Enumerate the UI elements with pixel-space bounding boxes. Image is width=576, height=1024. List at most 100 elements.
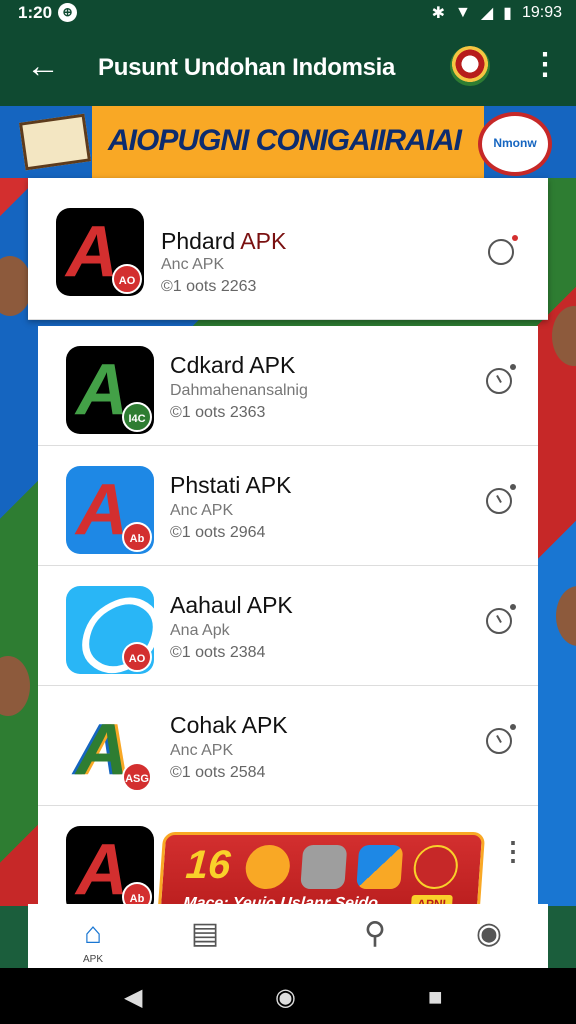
system-recents-icon[interactable]: ■ <box>428 986 443 1010</box>
status-clock: 19:93 <box>521 4 562 21</box>
app-icon-letter: A <box>76 830 128 910</box>
app-list-item[interactable]: A ASG Cohak APK Anc APK ©1 oots 2584 <box>38 686 538 806</box>
nav-label: APK <box>82 954 103 965</box>
app-name-text: Phdard <box>161 228 236 254</box>
clock-hand <box>496 615 502 623</box>
app-subtitle: Anc APK <box>161 256 225 273</box>
app-icon-badge: Ab <box>122 522 152 552</box>
app-list: A AO Phdard APK Anc APK ©1 oots 2263 A I… <box>28 178 548 914</box>
app-icon[interactable]: A Ab <box>66 826 154 914</box>
app-list-item[interactable]: A AO Phdard APK Anc APK ©1 oots 2263 <box>28 178 548 320</box>
app-icon-badge: I4C <box>122 402 152 432</box>
promo-badge-icon <box>244 845 292 889</box>
app-name-text: Aahaul <box>170 592 242 618</box>
page-title: Pusunt Undohan Indomsia <box>98 54 396 81</box>
app-subtitle: Dahmahenansalnig <box>170 382 308 399</box>
banner-sign-right-text: Nmonw <box>493 136 537 150</box>
app-bar: ← Pusunt Undohan Indomsia ⋮ <box>0 26 576 106</box>
side-face-decoration <box>556 586 576 646</box>
side-face-decoration <box>0 656 30 716</box>
bluetooth-icon: ✱ <box>431 5 445 22</box>
side-face-decoration <box>552 306 576 366</box>
status-right-group: ✱ ▼ ◢ ▮ 19:93 <box>432 3 562 23</box>
nav-item-account[interactable]: ◉ <box>424 904 554 968</box>
promo-logo-icon <box>356 845 404 889</box>
app-name-suffix: APK <box>249 352 296 378</box>
app-icon-badge: AO <box>122 642 152 672</box>
app-name-text: Cohak <box>170 712 237 738</box>
garuda-emblem-icon[interactable] <box>450 46 490 86</box>
app-icon-letter: A <box>76 710 128 790</box>
signal-icon: ◢ <box>480 5 494 22</box>
system-home-icon[interactable]: ◉ <box>275 986 296 1010</box>
app-icon[interactable]: A Ab <box>66 466 154 554</box>
nav-item-list[interactable]: ▤ <box>140 904 270 968</box>
clock-hand <box>496 375 502 383</box>
app-meta: ©1 oots 2584 <box>170 764 266 781</box>
system-nav-bar: ◀ ◉ ■ <box>0 968 576 1024</box>
wifi-icon: ▼ <box>454 4 471 21</box>
app-icon[interactable]: A I4C <box>66 346 154 434</box>
back-arrow-icon[interactable]: ← <box>26 46 60 86</box>
bottom-nav: ⌂ APK ▤ ⚲ ◉ <box>28 904 548 968</box>
app-name-suffix: APK <box>241 712 288 738</box>
clock-hand <box>496 495 502 503</box>
search-icon: ⚲ <box>364 917 386 950</box>
status-dot <box>510 484 516 490</box>
app-meta: ©1 oots 2964 <box>170 524 266 541</box>
clock-hand <box>496 735 502 743</box>
app-name: Phstati APK <box>170 472 291 499</box>
banner-sign-left <box>18 113 92 171</box>
app-subtitle: Ana Apk <box>170 622 230 639</box>
app-name: Cdkard APK <box>170 352 295 379</box>
nav-item-home[interactable]: ⌂ APK <box>28 904 158 968</box>
list-icon: ▤ <box>190 917 220 950</box>
app-subtitle: Anc APK <box>170 502 234 519</box>
app-meta: ©1 oots 2263 <box>161 278 257 295</box>
app-name: Phdard APK <box>161 228 286 255</box>
app-name: Cohak APK <box>170 712 288 739</box>
status-dot <box>510 724 516 730</box>
promo-car-icon <box>300 845 348 889</box>
battery-icon: ▮ <box>503 5 512 22</box>
app-icon[interactable]: A AO <box>56 208 144 296</box>
app-meta: ©1 oots 2384 <box>170 644 266 661</box>
app-icon-letter: A <box>76 350 128 430</box>
app-icon-letter: A <box>76 470 128 550</box>
app-icon[interactable]: A ASG <box>66 706 154 794</box>
app-name: Aahaul APK <box>170 592 293 619</box>
nav-item-search[interactable]: ⚲ <box>310 904 440 968</box>
status-time-left: 1:20 <box>18 3 53 22</box>
home-icon: ⌂ <box>83 917 103 950</box>
status-bar: 1:20 ⊕ ✱ ▼ ◢ ▮ 19:93 <box>0 0 576 26</box>
clock-status-icon[interactable] <box>486 484 516 514</box>
app-subtitle: Anc APK <box>170 742 234 759</box>
clock-status-icon[interactable] <box>486 364 516 394</box>
app-icon-letter: A <box>66 212 118 292</box>
app-name-suffix: APK <box>246 592 293 618</box>
status-dot <box>512 235 518 241</box>
app-list-item[interactable]: ◯ AO Aahaul APK Ana Apk ©1 oots 2384 <box>38 566 538 686</box>
app-name-text: Phstati <box>170 472 241 498</box>
app-name-suffix: APK <box>245 472 292 498</box>
account-icon: ◉ <box>475 917 503 950</box>
more-options-icon[interactable]: ⋮ <box>530 50 560 80</box>
download-status-icon[interactable] <box>488 235 518 265</box>
clock-status-icon[interactable] <box>486 724 516 754</box>
app-list-item[interactable]: A I4C Cdkard APK Dahmahenansalnig ©1 oot… <box>38 326 538 446</box>
app-list-item[interactable]: A Ab Phstati APK Anc APK ©1 oots 2964 <box>38 446 538 566</box>
clock-status-icon[interactable] <box>486 604 516 634</box>
promo-garuda-icon <box>412 845 460 889</box>
status-dot <box>510 364 516 370</box>
notification-icon: ⊕ <box>58 3 77 22</box>
banner-text: AIOPUGNI CONIGAIIRAIAI <box>108 124 462 157</box>
app-name-suffix: APK <box>240 228 287 254</box>
app-name-text: Cdkard <box>170 352 245 378</box>
header-banner: AIOPUGNI CONIGAIIRAIAI Nmonw <box>0 106 576 178</box>
app-meta: ©1 oots 2363 <box>170 404 266 421</box>
app-icon-badge: AO <box>112 264 142 294</box>
system-back-icon[interactable]: ◀ <box>124 986 142 1010</box>
item-more-icon[interactable]: ⋮ <box>500 838 526 864</box>
status-dot <box>510 604 516 610</box>
app-icon[interactable]: ◯ AO <box>66 586 154 674</box>
